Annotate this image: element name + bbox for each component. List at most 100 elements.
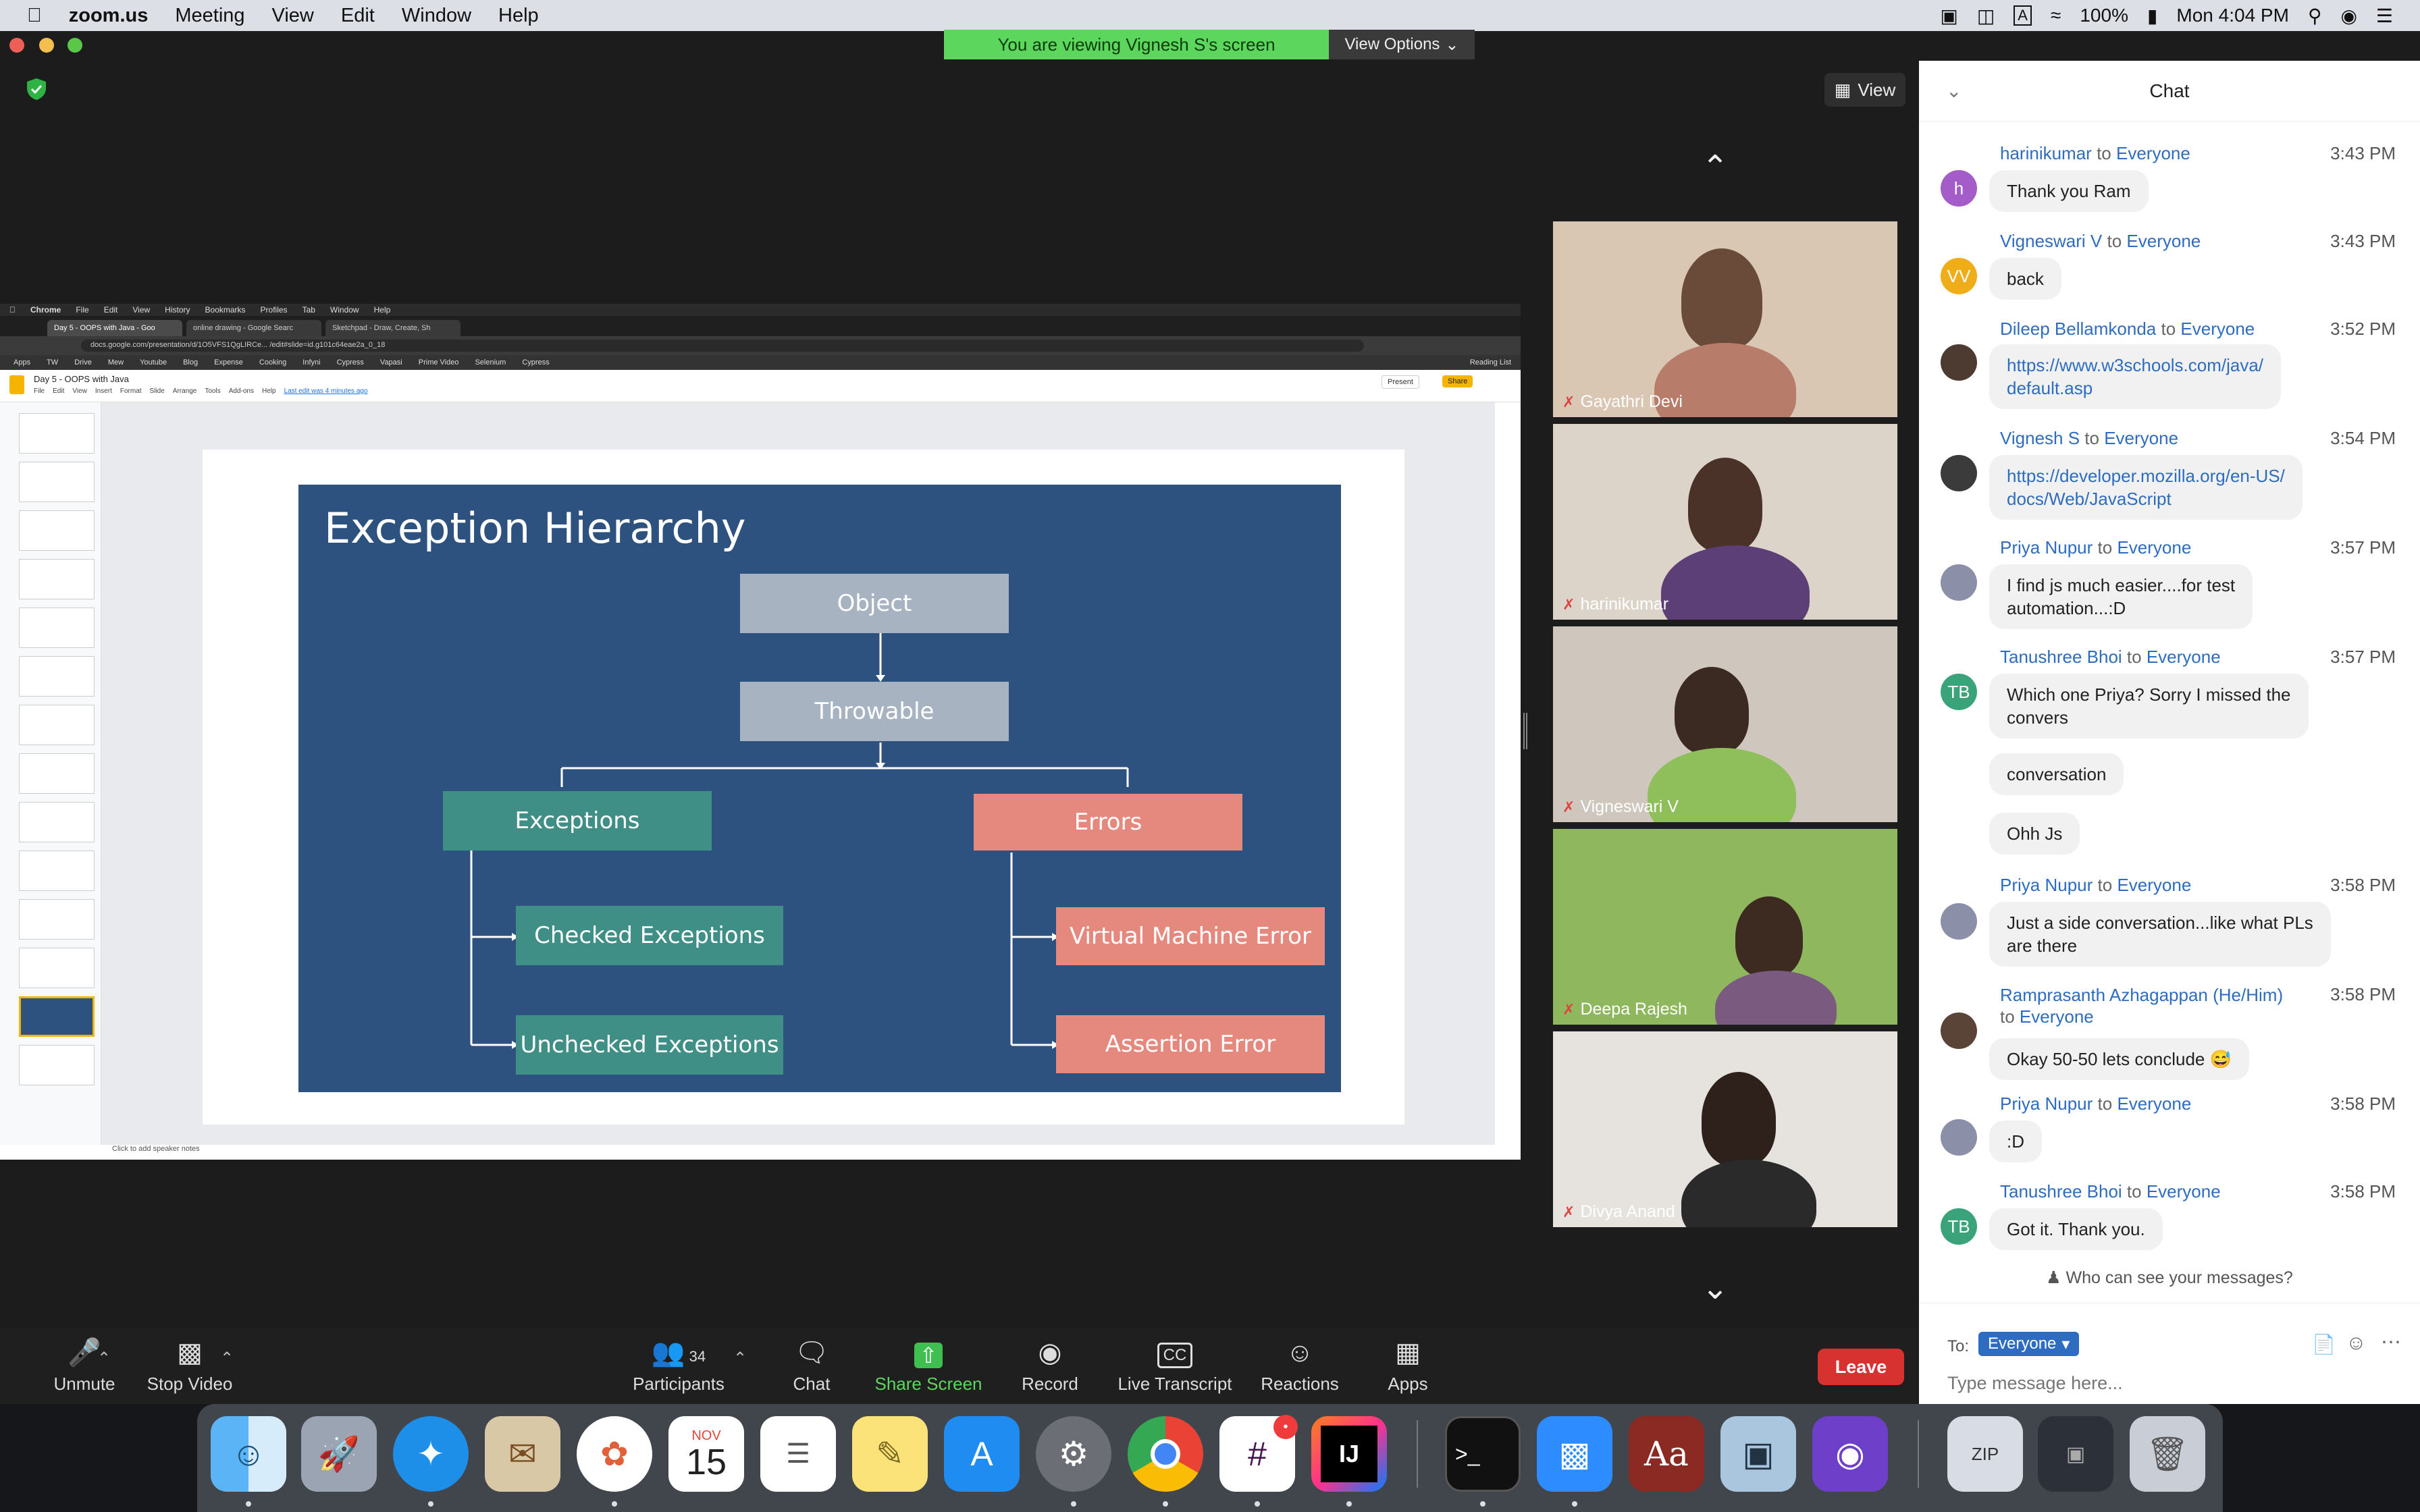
apps-button[interactable]: ▦ Apps	[1371, 1328, 1445, 1404]
leave-button[interactable]: Leave	[1818, 1349, 1904, 1385]
more-icon[interactable]: ⋯	[2381, 1330, 2401, 1354]
chat-button[interactable]: 🗨 Chat	[777, 1328, 847, 1404]
participant-name: ✗ Gayathri Devi	[1562, 392, 1683, 411]
safari-icon[interactable]: ✦	[393, 1416, 469, 1492]
input-source-icon[interactable]: A	[2014, 5, 2032, 26]
shared-menu-item: Help	[367, 305, 391, 315]
shield-status-icon[interactable]: ◫	[1977, 5, 1995, 27]
view-button[interactable]: ▦ View	[1824, 73, 1905, 107]
participant-name: ✗ harinikumar	[1562, 595, 1669, 614]
shared-screen[interactable]:  Chrome File Edit View History Bookmark…	[0, 304, 1521, 1160]
minimize-window-button[interactable]	[39, 38, 54, 53]
running-indicator	[428, 1501, 433, 1507]
participant-figure	[1681, 248, 1762, 350]
maximize-window-button[interactable]	[68, 38, 82, 53]
message-link[interactable]: https://www.w3schools.com/java/default.a…	[1989, 344, 2282, 409]
github-desktop-icon[interactable]: ◉	[1812, 1416, 1888, 1492]
participants-count: 34	[689, 1348, 706, 1365]
notification-badge: •	[1273, 1415, 1298, 1439]
checked-exceptions-box: Checked Exceptions	[516, 906, 783, 965]
message-bubble: Okay 50-50 lets conclude 😅	[1989, 1038, 2249, 1080]
collapse-chat-icon[interactable]: ⌄	[1946, 80, 1962, 102]
video-tile[interactable]: ✗ harinikumar	[1553, 424, 1897, 620]
shared-tab: Sketchpad - Draw, Create, Sh	[325, 320, 461, 336]
video-tile[interactable]: ✗ Gayathri Devi	[1553, 221, 1897, 417]
preview-icon[interactable]: ▣	[1720, 1416, 1796, 1492]
siri-icon[interactable]: ◉	[2340, 5, 2357, 27]
emoji-icon[interactable]: ☺	[2346, 1332, 2367, 1355]
close-window-button[interactable]	[9, 38, 24, 53]
who-can-see-link[interactable]: ♟ Who can see your messages?	[1919, 1268, 2420, 1288]
message-bubble: back	[1989, 258, 2061, 300]
slide-thumbnail	[19, 705, 95, 745]
participants-button[interactable]: 👥 34 Participants	[621, 1328, 736, 1404]
share-screen-button[interactable]: ⇧ Share Screen	[871, 1328, 986, 1404]
unmute-button[interactable]: 🎤 Unmute	[27, 1328, 142, 1404]
menu-meeting[interactable]: Meeting	[175, 5, 244, 27]
audio-options-caret[interactable]: ⌃	[97, 1349, 111, 1368]
photos-icon[interactable]: ✿	[577, 1416, 652, 1492]
bookmark: Mew	[107, 358, 124, 367]
terminal-icon[interactable]: >_	[1445, 1416, 1521, 1492]
file-icon[interactable]: 📄	[2312, 1333, 2336, 1355]
video-tile[interactable]: ✗ Divya Anand	[1553, 1031, 1897, 1227]
wifi-icon[interactable]: ≈	[2051, 5, 2061, 26]
chrome-center	[1151, 1439, 1180, 1469]
dictionary-icon[interactable]: Aa	[1629, 1416, 1704, 1492]
video-tile[interactable]: ✗ Vigneswari V	[1553, 626, 1897, 822]
live-transcript-button[interactable]: CC Live Transcript	[1107, 1328, 1242, 1404]
zip-file-icon[interactable]: ZIP	[1947, 1416, 2023, 1492]
recipient-dropdown[interactable]: Everyone ▾	[1978, 1332, 2080, 1356]
menu-help[interactable]: Help	[498, 5, 539, 27]
mic-muted-icon: 🎤	[68, 1338, 101, 1368]
menu-edit[interactable]: Edit	[341, 5, 375, 27]
notes-icon[interactable]: ✎	[852, 1416, 928, 1492]
shared-url-text: docs.google.com/presentation/d/1O5VFS1Qg…	[81, 340, 1364, 352]
message-bubble: Got it. Thank you.	[1989, 1208, 2163, 1250]
panel-resize-handle[interactable]	[1523, 713, 1527, 749]
reminders-icon[interactable]: ☰	[760, 1416, 836, 1492]
slide-thumbnail	[19, 850, 95, 891]
scroll-up-icon[interactable]: ⌃	[1702, 148, 1729, 186]
slide-thumbnail	[19, 899, 95, 940]
bookmark: Cypress	[336, 358, 364, 367]
launchpad-icon[interactable]: 🚀	[301, 1416, 377, 1492]
chat-message-input[interactable]	[1947, 1368, 2393, 1398]
bookmark: Cooking	[259, 358, 287, 367]
participants-options-caret[interactable]: ⌃	[733, 1349, 747, 1368]
menu-view[interactable]: View	[272, 5, 314, 27]
finder-icon[interactable]: ☺	[211, 1416, 286, 1492]
bookmark: Blog	[183, 358, 199, 367]
clock[interactable]: Mon 4:04 PM	[2176, 5, 2289, 26]
chrome-icon[interactable]	[1128, 1416, 1203, 1492]
intellij-icon[interactable]: IJ	[1311, 1416, 1387, 1492]
apple-icon[interactable]: 	[27, 5, 42, 27]
slides-header: Day 5 - OOPS with Java File Edit View In…	[0, 370, 1521, 402]
record-icon: ◉	[1038, 1338, 1062, 1368]
zoom-status-icon[interactable]: ▣	[1940, 5, 1957, 27]
battery-icon[interactable]: ▮	[2147, 5, 2157, 27]
security-shield-icon[interactable]	[24, 77, 49, 101]
reactions-button[interactable]: ☺ Reactions	[1256, 1328, 1344, 1404]
participant-figure	[1675, 667, 1749, 755]
video-tile[interactable]: ✗ Deepa Rajesh	[1553, 829, 1897, 1025]
scroll-down-icon[interactable]: ⌄	[1702, 1269, 1729, 1307]
message-link[interactable]: https://developer.mozilla.org/en-US/docs…	[1989, 455, 2303, 520]
mic-muted-icon: ✗	[1562, 393, 1575, 410]
menu-window[interactable]: Window	[402, 5, 471, 27]
screenshot-stack-icon[interactable]: ▣	[2038, 1416, 2113, 1492]
system-preferences-icon[interactable]: ⚙	[1036, 1416, 1111, 1492]
app-store-icon[interactable]: A	[944, 1416, 1020, 1492]
view-options-button[interactable]: View Options ⌄	[1329, 30, 1475, 59]
video-options-caret[interactable]: ⌃	[220, 1349, 234, 1368]
control-center-icon[interactable]: ☰	[2376, 5, 2393, 27]
zoom-icon[interactable]: ▩	[1537, 1416, 1612, 1492]
message-sender: Tanushree Bhoi to Everyone	[2000, 647, 2221, 667]
spotlight-icon[interactable]: ⚲	[2308, 5, 2322, 27]
mail-stamp-icon[interactable]: ✉	[485, 1416, 560, 1492]
calendar-icon[interactable]: NOV 15	[668, 1416, 744, 1492]
trash-icon[interactable]: 🗑	[2130, 1416, 2205, 1492]
menu-app-name[interactable]: zoom.us	[69, 5, 149, 27]
record-button[interactable]: ◉ Record	[1013, 1328, 1087, 1404]
video-camera-icon: ▩	[177, 1338, 203, 1368]
